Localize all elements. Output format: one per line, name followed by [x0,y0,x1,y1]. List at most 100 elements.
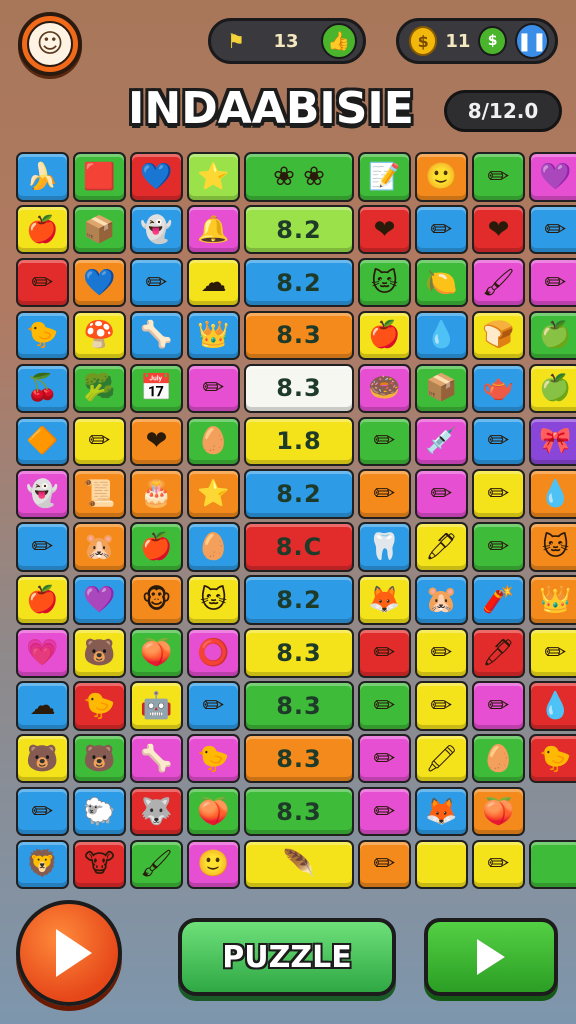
tile-monkey-icon[interactable]: 🐵 [130,575,183,625]
tile-king-icon[interactable]: 👑 [187,310,240,361]
tile-drop-icon[interactable]: 💧 [529,469,576,519]
tile-pencil-icon[interactable]: ✏ [16,786,69,837]
tile-ghost-icon[interactable]: 👻 [16,469,69,519]
pause-icon[interactable]: ❚❚ [514,23,549,59]
tile-pencil-icon[interactable]: ✏ [529,628,576,678]
tile-sheep-icon[interactable]: 🐑 [73,786,126,837]
tile-pencil-icon[interactable]: ✏ [16,522,69,572]
tile-heart-icon[interactable]: 💙 [130,152,183,202]
empty-tile[interactable] [415,839,468,890]
tile-peach-icon[interactable]: 🍑 [472,786,525,837]
number-tile[interactable]: 8.2 [244,257,354,308]
tile-pencil-icon[interactable]: ✏ [358,733,411,784]
number-tile[interactable]: 1.8 [244,416,354,466]
tile-heart-icon[interactable]: 💗 [16,628,69,678]
tile-pencil-icon[interactable]: ✏ [187,681,240,731]
tile-note-icon[interactable]: 📝 [358,152,411,202]
number-tile[interactable]: 8.3 [244,310,354,361]
tile-cloud-icon[interactable]: ☁ [16,681,69,731]
tile-peach-icon[interactable]: 🍑 [187,786,240,837]
puzzle-button[interactable]: PUZZLE [178,918,396,996]
tile-heart-icon[interactable]: ❤ [358,204,411,255]
tile-donut-icon[interactable]: 🍩 [358,363,411,414]
tile-lion-icon[interactable]: 🦁 [16,839,69,890]
tile-ghost-icon[interactable]: 👻 [130,204,183,255]
tile-brush-icon[interactable]: 🖌 [130,839,183,890]
thumbs-up-icon[interactable]: 👍 [321,23,357,59]
avatar[interactable]: ☺ [18,12,82,76]
next-button[interactable] [424,918,558,996]
tile-pencil-icon[interactable]: ✏ [415,628,468,678]
tile-ring-icon[interactable]: ⭕ [187,628,240,678]
tile-bone-icon[interactable]: 🦴 [130,310,183,361]
tile-pencil-icon[interactable]: ✏ [358,416,411,466]
tile-bone-icon[interactable]: 🦴 [130,733,183,784]
tile-heart-icon[interactable]: 💙 [73,257,126,308]
tile-lemon-icon[interactable]: 🍋 [415,257,468,308]
tile-egg-icon[interactable]: 🥚 [472,733,525,784]
tile-drop-icon[interactable]: 💧 [529,681,576,731]
tile-bread-icon[interactable]: 🍞 [472,310,525,361]
tile-mushroom-icon[interactable]: 🍄 [73,310,126,361]
play-button[interactable] [16,900,122,1006]
tile-pencil-icon[interactable]: ✏ [187,363,240,414]
tile-apple-icon[interactable]: 🍎 [16,204,69,255]
tile-apple-icon[interactable]: 🍎 [16,575,69,625]
tile-chick-icon[interactable]: 🐤 [73,681,126,731]
tile-egg-icon[interactable]: 🥚 [187,416,240,466]
number-tile[interactable]: 8.3 [244,681,354,731]
number-tile[interactable]: 8.3 [244,628,354,678]
number-tile[interactable]: 8.2 [244,469,354,519]
tile-pencil-icon[interactable]: ✏ [472,681,525,731]
tile-pencil-icon[interactable]: ✏ [472,152,525,202]
tile-face-icon[interactable]: 🙂 [415,152,468,202]
tile-wolf-icon[interactable]: 🐺 [130,786,183,837]
tile-pencil-icon[interactable]: ✏ [358,681,411,731]
tile-heart-icon[interactable]: 💜 [529,152,576,202]
tile-cat-icon[interactable]: 🐱 [187,575,240,625]
tile-pencil-icon[interactable]: ✏ [358,469,411,519]
tile-calendar-icon[interactable]: 📅 [130,363,183,414]
tile-heart-icon[interactable]: ❤ [130,416,183,466]
tile-hamster-icon[interactable]: 🐹 [415,575,468,625]
tile-robot-icon[interactable]: 🤖 [130,681,183,731]
tile-star-icon[interactable]: ⭐ [187,469,240,519]
tile-pen-icon[interactable]: 🖊 [472,628,525,678]
tile-king-icon[interactable]: 👑 [529,575,576,625]
number-tile[interactable]: 8.C [244,522,354,572]
tile-pencil-icon[interactable]: ✏ [16,257,69,308]
number-tile[interactable]: 8.3 [244,786,354,837]
tile-banana-icon[interactable]: 🍌 [16,152,69,202]
tile-pencil-icon[interactable]: ✏ [472,469,525,519]
tile-egg-icon[interactable]: 🥚 [187,522,240,572]
tile-star-icon[interactable]: ⭐ [187,152,240,202]
tile-pencil-icon[interactable]: ✏ [358,786,411,837]
tile-firecracker-icon[interactable]: 🧨 [472,575,525,625]
tile-pencil-icon[interactable]: ✏ [472,839,525,890]
tile-teapot-icon[interactable]: 🫖 [472,363,525,414]
tile-pencil-icon[interactable]: ✏ [529,204,576,255]
tile-chick-icon[interactable]: 🐤 [16,310,69,361]
tile-pencil-icon[interactable]: ✏ [130,257,183,308]
tile-crayon-icon[interactable]: 🖍 [415,733,468,784]
tile-flowers-icon[interactable]: ❀ ❀ [244,152,354,202]
add-coins-button[interactable]: $ [478,26,507,56]
number-tile[interactable]: 8.3 [244,363,354,414]
tile-chick-icon[interactable]: 🐤 [187,733,240,784]
tile-pencil-icon[interactable]: ✏ [415,469,468,519]
tile-flag-icon[interactable]: 🟥 [73,152,126,202]
tile-pencil-icon[interactable]: ✏ [472,522,525,572]
tile-bear-icon[interactable]: 🐻 [16,733,69,784]
tile-apple-icon[interactable]: 🍏 [529,310,576,361]
number-tile[interactable]: 8.2 [244,204,354,255]
tile-heart-icon[interactable]: 💜 [73,575,126,625]
tile-cherry-icon[interactable]: 🍒 [16,363,69,414]
tile-cat-icon[interactable]: 🐱 [358,257,411,308]
tile-pencil-icon[interactable]: ✏ [358,839,411,890]
tile-syringe-icon[interactable]: 💉 [415,416,468,466]
tile-pencil-icon[interactable]: ✏ [415,681,468,731]
tile-broccoli-icon[interactable]: 🥦 [73,363,126,414]
tile-pencil-icon[interactable]: ✏ [358,628,411,678]
tile-bell-icon[interactable]: 🔔 [187,204,240,255]
tile-chick-icon[interactable]: 🐤 [529,733,576,784]
